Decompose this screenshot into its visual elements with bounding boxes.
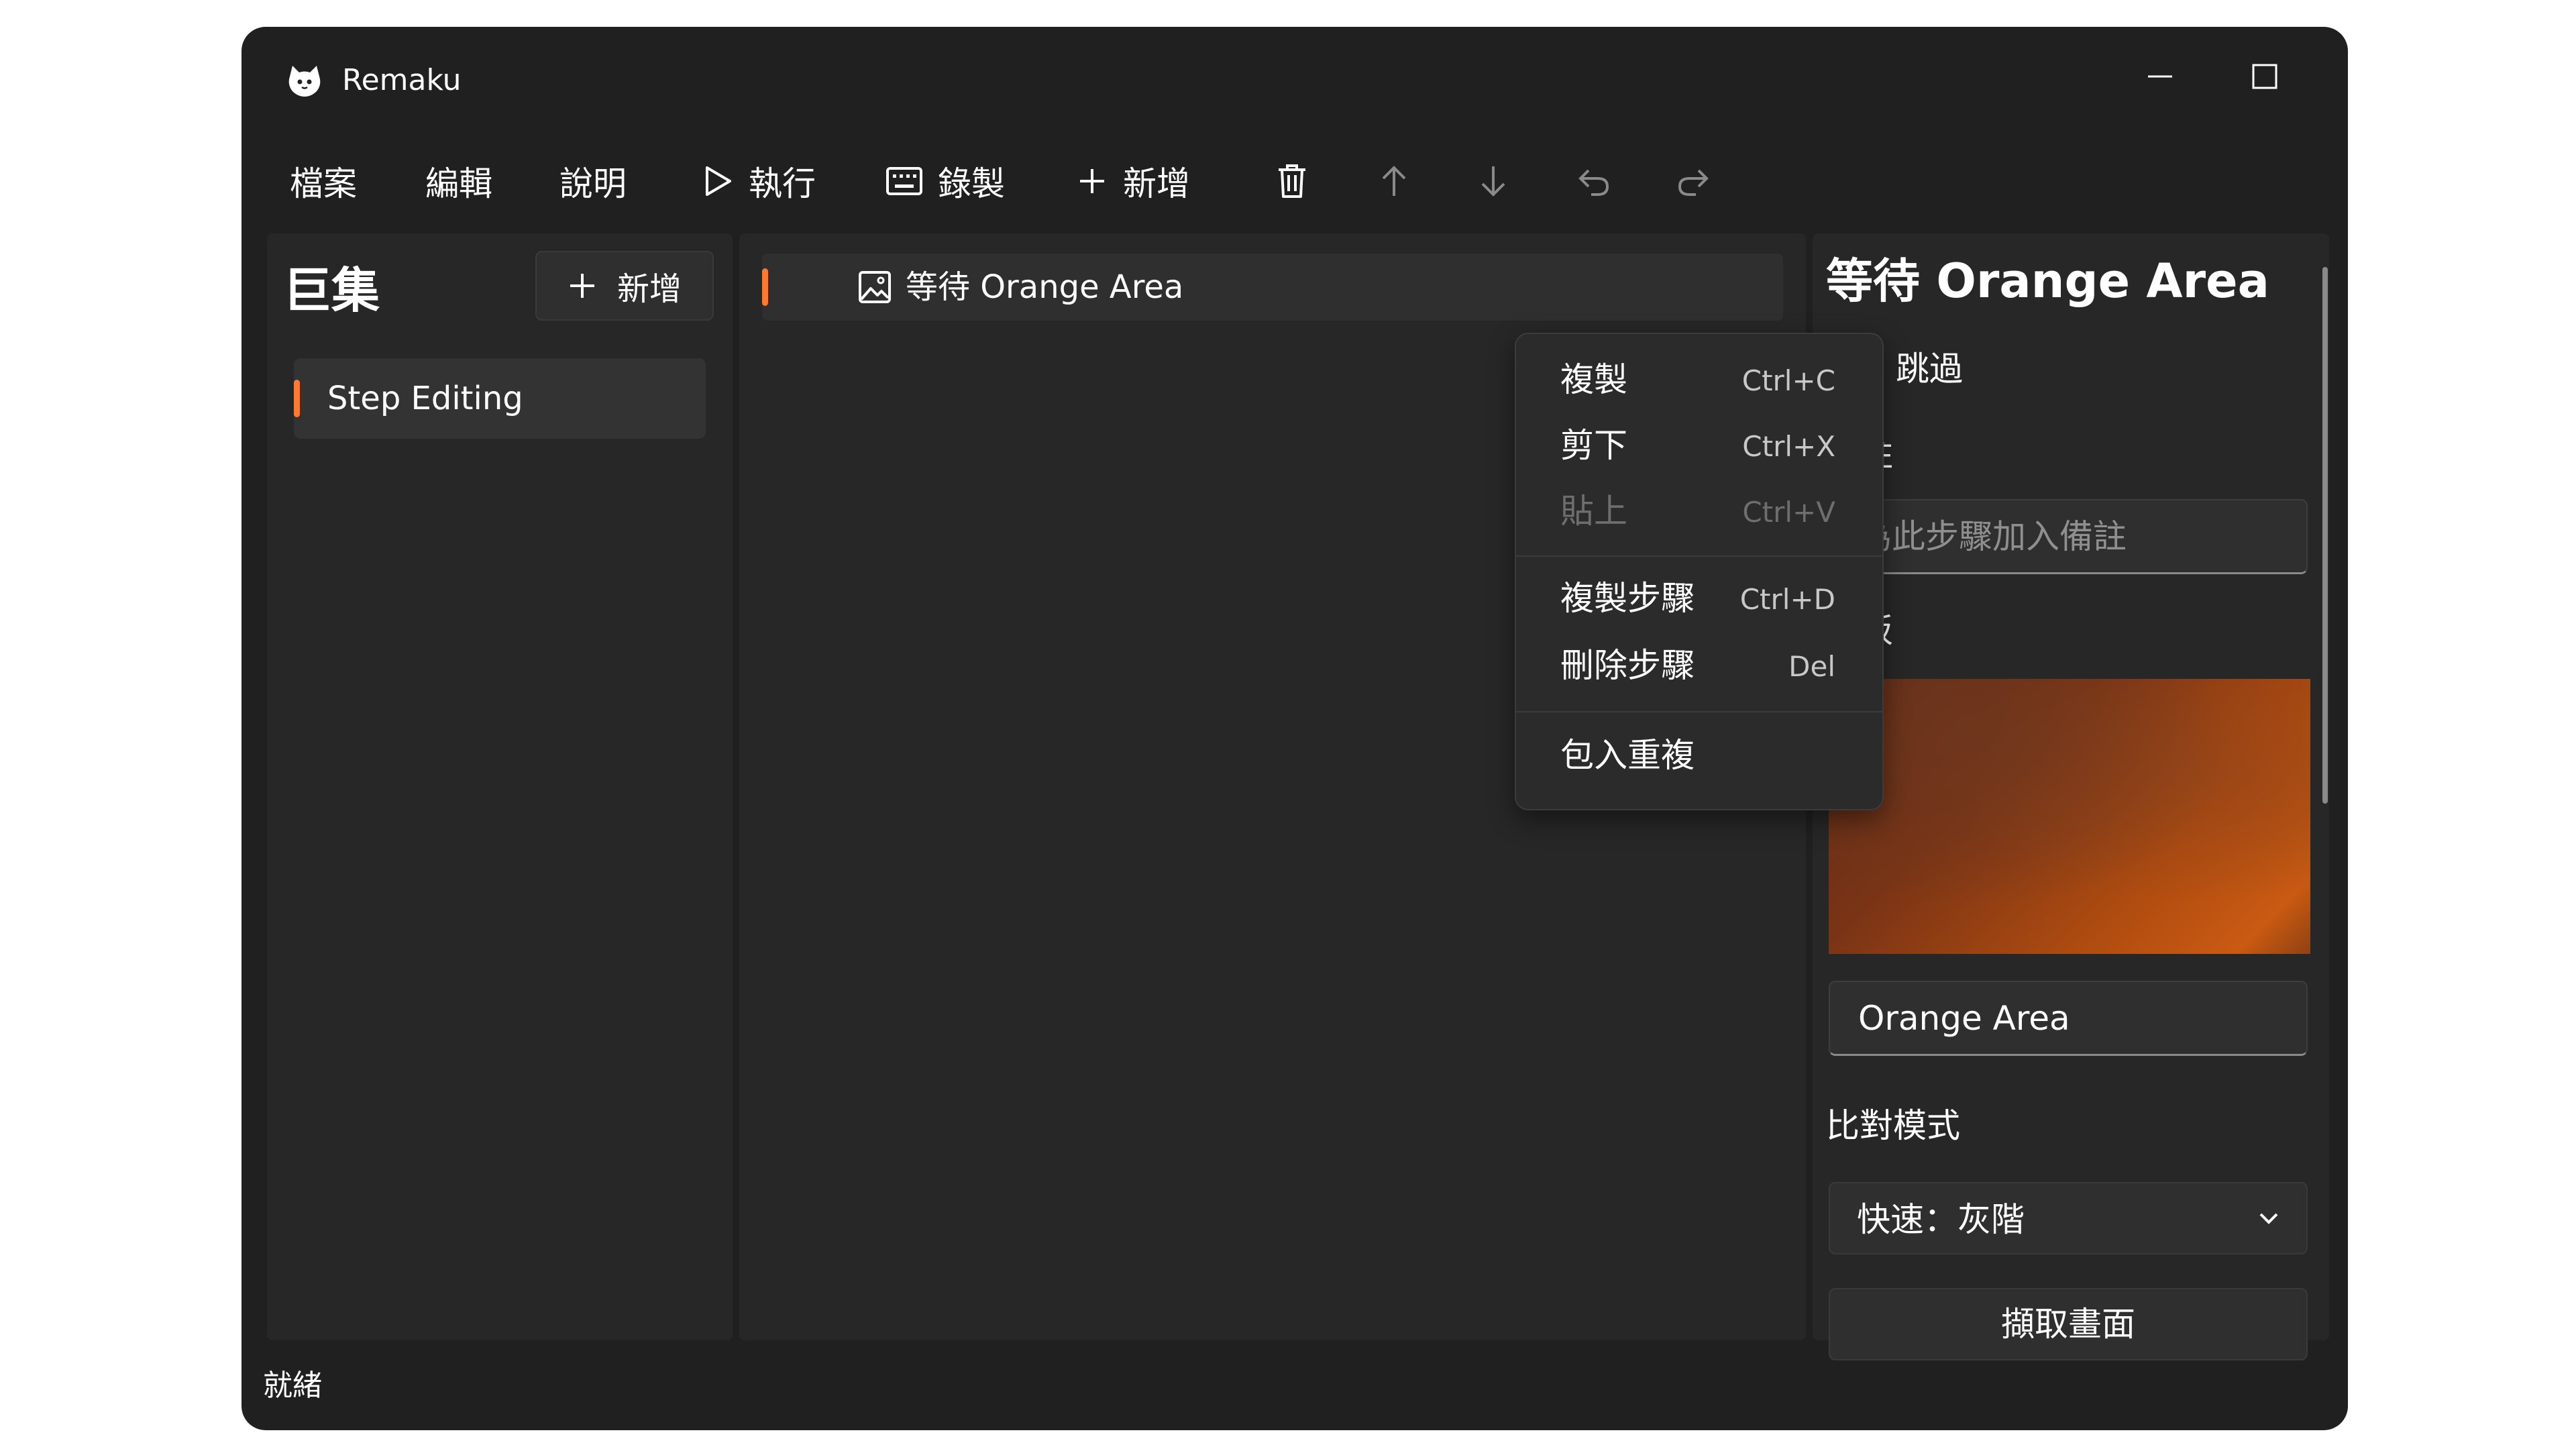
compare-mode-label: 比對模式 bbox=[1826, 1106, 1960, 1145]
menu-item-cut[interactable]: 剪下 Ctrl+X bbox=[1516, 413, 1882, 478]
template-name-input[interactable] bbox=[1829, 981, 2308, 1056]
add-macro-button[interactable]: 新增 bbox=[535, 251, 714, 321]
menu-separator bbox=[1516, 711, 1882, 712]
menu-edit[interactable]: 編輯 bbox=[425, 141, 492, 221]
note-input[interactable] bbox=[1829, 499, 2308, 574]
menu-edit-label: 編輯 bbox=[425, 164, 492, 203]
chevron-down-icon bbox=[2259, 1213, 2278, 1224]
move-down-button[interactable] bbox=[1477, 141, 1509, 221]
play-icon bbox=[706, 166, 731, 196]
context-menu: 複製 Ctrl+C 剪下 Ctrl+X 貼上 Ctrl+V 複製步驟 Ctrl+… bbox=[1515, 333, 1884, 810]
template-image bbox=[1829, 679, 2310, 954]
step-label: 等待 Orange Area bbox=[906, 268, 1184, 306]
properties-panel: 等待 Orange Area 跳過 備註 模板 比對模式 快速：灰階 擷取畫面 bbox=[1813, 233, 2329, 1360]
menu-item-paste[interactable]: 貼上 Ctrl+V bbox=[1516, 479, 1882, 543]
compare-mode-value: 快速：灰階 bbox=[1857, 1200, 2025, 1239]
menu-item-delete-step-shortcut: Del bbox=[1788, 650, 1835, 683]
toolbar: 檔案 編輯 說明 執行 錄製 新增 bbox=[282, 141, 2348, 221]
minimize-button[interactable] bbox=[2127, 43, 2194, 110]
menu-item-cut-shortcut: Ctrl+X bbox=[1742, 430, 1835, 463]
maximize-icon bbox=[2252, 64, 2277, 89]
macros-panel: 巨集 新增 Step Editing bbox=[267, 233, 733, 1340]
maximize-button[interactable] bbox=[2231, 43, 2298, 110]
menu-help-label: 說明 bbox=[559, 164, 627, 203]
menu-item-duplicate-step-shortcut: Ctrl+D bbox=[1739, 583, 1835, 616]
menu-file-label: 檔案 bbox=[290, 164, 357, 203]
skip-label: 跳過 bbox=[1896, 350, 1963, 388]
plus-icon bbox=[570, 274, 594, 298]
run-button[interactable]: 執行 bbox=[702, 141, 816, 221]
compare-mode-select[interactable]: 快速：灰階 bbox=[1829, 1182, 2308, 1254]
plus-icon bbox=[1080, 169, 1104, 193]
keyboard-icon bbox=[886, 167, 922, 195]
add-step-button[interactable]: 新增 bbox=[1076, 141, 1190, 221]
step-title: 等待 Orange Area bbox=[1826, 254, 2269, 309]
menu-item-cut-label: 剪下 bbox=[1560, 426, 1627, 465]
trash-icon bbox=[1279, 164, 1305, 198]
app-logo-icon bbox=[286, 62, 323, 99]
redo-button[interactable] bbox=[1676, 141, 1711, 221]
macro-item-label: Step Editing bbox=[327, 380, 523, 417]
menu-item-copy-label: 複製 bbox=[1560, 360, 1627, 399]
record-label: 錄製 bbox=[938, 164, 1005, 203]
image-icon bbox=[859, 271, 891, 303]
menu-file[interactable]: 檔案 bbox=[290, 141, 357, 221]
arrow-up-icon bbox=[1382, 166, 1406, 196]
menu-item-delete-step-label: 刪除步驟 bbox=[1560, 646, 1695, 685]
menu-item-paste-shortcut: Ctrl+V bbox=[1742, 496, 1835, 529]
properties-scrollbar[interactable] bbox=[2322, 267, 2328, 804]
selection-indicator bbox=[762, 268, 768, 306]
macros-title: 巨集 bbox=[283, 262, 380, 319]
arrow-down-icon bbox=[1481, 166, 1505, 197]
menu-item-copy-shortcut: Ctrl+C bbox=[1741, 364, 1835, 397]
record-button[interactable]: 錄製 bbox=[885, 141, 1005, 221]
macro-item-step-editing[interactable]: Step Editing bbox=[294, 358, 706, 439]
undo-button[interactable] bbox=[1576, 141, 1611, 221]
menu-item-wrap-in-repeat[interactable]: 包入重複 bbox=[1516, 723, 1882, 788]
selection-indicator bbox=[294, 380, 300, 417]
minimize-icon bbox=[2148, 75, 2172, 78]
menu-help[interactable]: 說明 bbox=[559, 141, 627, 221]
step-row[interactable]: 等待 Orange Area bbox=[762, 254, 1783, 321]
title-bar[interactable]: Remaku bbox=[241, 27, 2348, 127]
menu-separator bbox=[1516, 555, 1882, 557]
menu-item-duplicate-step[interactable]: 複製步驟 Ctrl+D bbox=[1516, 566, 1882, 631]
app-window: Remaku 檔案 編輯 說明 執行 錄製 新增 巨集 新增 Step Edit… bbox=[241, 27, 2348, 1430]
status-text: 就緒 bbox=[263, 1368, 322, 1403]
menu-item-copy[interactable]: 複製 Ctrl+C bbox=[1516, 347, 1882, 412]
menu-item-paste-label: 貼上 bbox=[1560, 492, 1627, 531]
menu-item-wrap-in-repeat-label: 包入重複 bbox=[1560, 736, 1695, 775]
menu-item-delete-step[interactable]: 刪除步驟 Del bbox=[1516, 633, 1882, 698]
redo-icon bbox=[1678, 169, 1709, 196]
run-label: 執行 bbox=[749, 164, 816, 203]
add-step-label: 新增 bbox=[1123, 164, 1190, 203]
delete-button[interactable] bbox=[1276, 141, 1308, 221]
close-button[interactable] bbox=[2337, 43, 2348, 110]
undo-icon bbox=[1578, 169, 1609, 196]
window-title: Remaku bbox=[342, 63, 462, 97]
add-macro-label: 新增 bbox=[616, 270, 682, 308]
move-up-button[interactable] bbox=[1378, 141, 1410, 221]
menu-item-duplicate-step-label: 複製步驟 bbox=[1560, 579, 1695, 618]
capture-screen-button[interactable]: 擷取畫面 bbox=[1829, 1288, 2308, 1360]
